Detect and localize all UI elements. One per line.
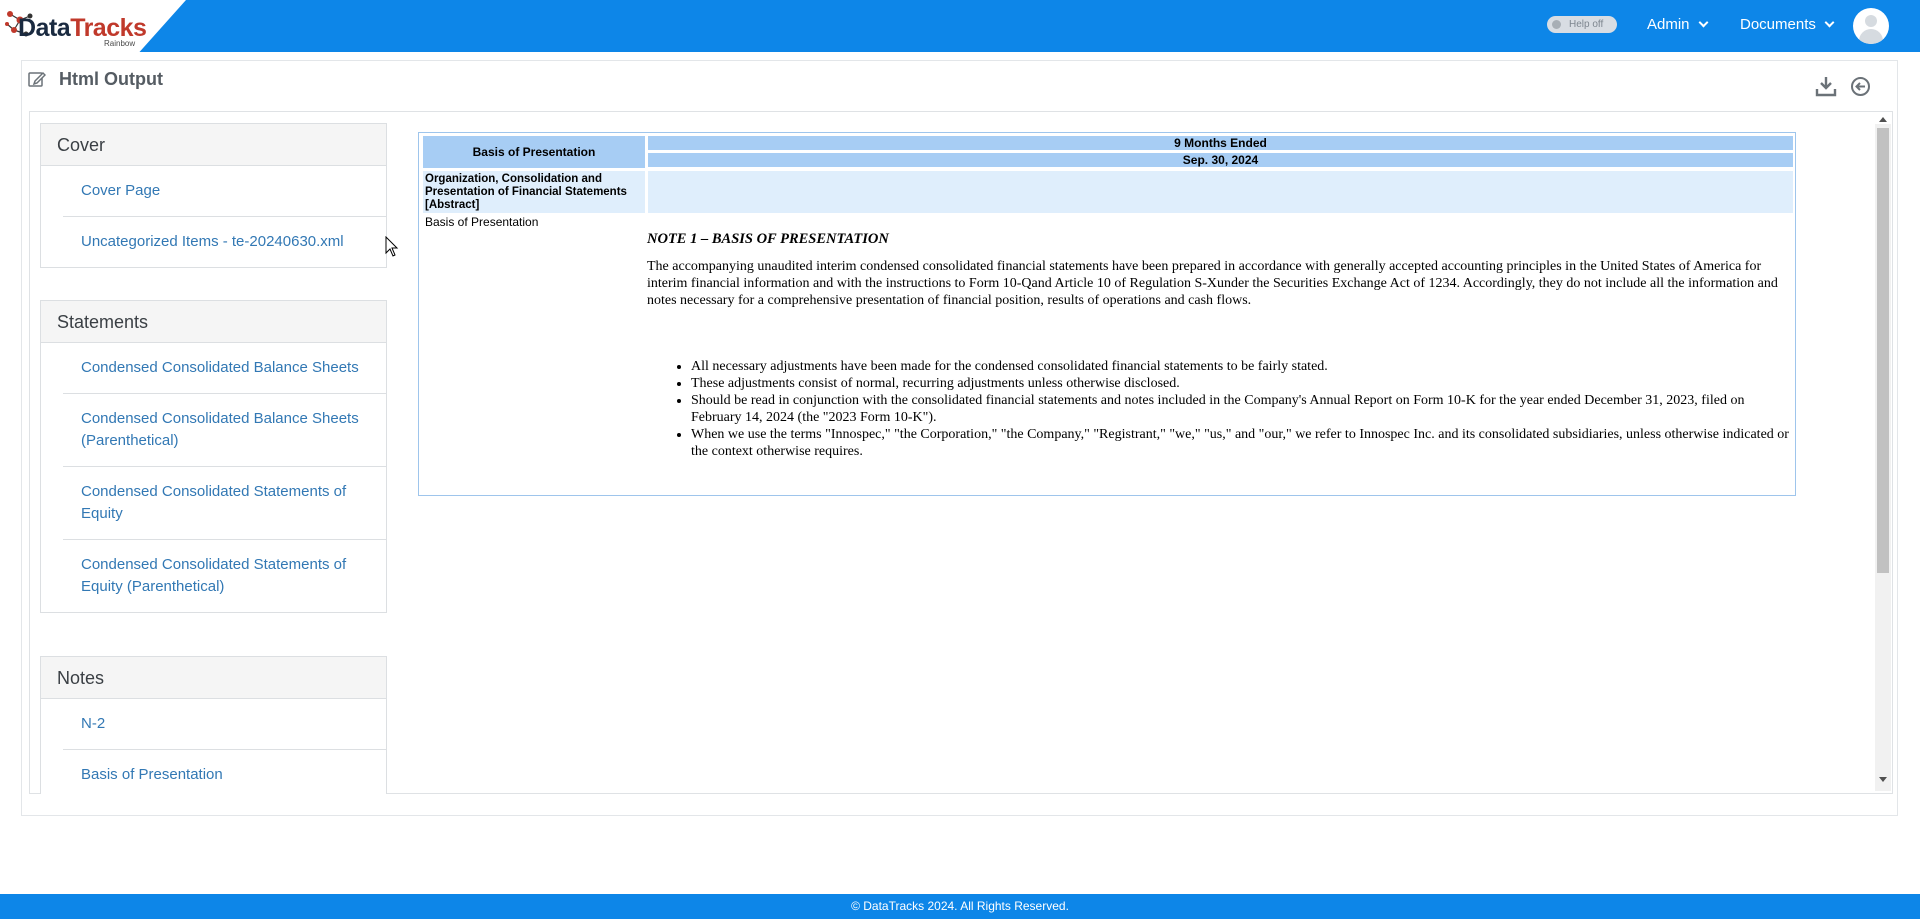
- report-table: Basis of Presentation 9 Months Ended Sep…: [418, 132, 1796, 496]
- abstract-row-value: [648, 171, 1793, 213]
- page-title: Html Output: [59, 69, 163, 89]
- sidebar-item-uncategorized[interactable]: Uncategorized Items - te-20240630.xml: [63, 217, 386, 267]
- sidebar-item-statements-of-equity[interactable]: Condensed Consolidated Statements of Equ…: [63, 467, 386, 540]
- sidebar-group-title: Cover: [41, 124, 386, 166]
- edit-icon: [28, 71, 46, 87]
- note-text-block: NOTE 1 – BASIS OF PRESENTATION The accom…: [647, 231, 1791, 459]
- list-item: These adjustments consist of normal, rec…: [691, 375, 1789, 392]
- download-icon[interactable]: [1815, 75, 1837, 97]
- chevron-down-icon: [1698, 17, 1708, 28]
- sidebar-item-cover-page[interactable]: Cover Page: [63, 166, 386, 217]
- avatar-head: [1865, 15, 1877, 27]
- list-item: When we use the terms "Innospec," "the C…: [691, 426, 1789, 460]
- list-item: All necessary adjustments have been made…: [691, 358, 1789, 375]
- sidebar-group-cover: Cover Cover Page Uncategorized Items - t…: [40, 123, 387, 268]
- toggle-knob: [1552, 20, 1561, 29]
- avatar-body: [1859, 29, 1883, 44]
- report-date-header: Sep. 30, 2024: [648, 153, 1793, 167]
- note-title: NOTE 1 – BASIS OF PRESENTATION: [647, 231, 889, 247]
- note-bullet-list: All necessary adjustments have been made…: [691, 358, 1789, 460]
- admin-menu-label: Admin: [1647, 16, 1690, 33]
- footer: © DataTracks 2024. All Rights Reserved.: [0, 894, 1920, 919]
- sidebar-group-title: Notes: [41, 657, 386, 699]
- logo-subtitle: Rainbow: [104, 39, 136, 48]
- mouse-cursor-icon: [385, 236, 399, 257]
- sidebar-item-balance-sheets[interactable]: Condensed Consolidated Balance Sheets: [63, 343, 386, 394]
- documents-menu-label: Documents: [1740, 16, 1816, 33]
- scroll-down-icon[interactable]: [1879, 777, 1887, 782]
- user-avatar-icon[interactable]: [1853, 8, 1889, 44]
- help-toggle[interactable]: Help off: [1547, 16, 1617, 33]
- basis-row-label: Basis of Presentation: [425, 215, 539, 229]
- report-header-label: Basis of Presentation: [423, 136, 645, 168]
- sidebar-group-notes: Notes N-2 Basis of Presentation: [40, 656, 387, 794]
- list-item: Should be read in conjunction with the c…: [691, 392, 1789, 426]
- chevron-down-icon: [1824, 17, 1835, 28]
- help-toggle-label: Help off: [1569, 19, 1604, 30]
- admin-menu[interactable]: Admin: [1647, 16, 1708, 33]
- sidebar-item-n2[interactable]: N-2: [63, 699, 386, 750]
- note-paragraph: The accompanying unaudited interim conde…: [647, 259, 1778, 308]
- sidebar-item-statements-of-equity-parenthetical[interactable]: Condensed Consolidated Statements of Equ…: [63, 540, 386, 612]
- report-period-header: 9 Months Ended: [648, 136, 1793, 150]
- scrollbar-thumb[interactable]: [1877, 128, 1889, 573]
- sidebar-group-statements: Statements Condensed Consolidated Balanc…: [40, 300, 387, 613]
- sidebar-item-balance-sheets-parenthetical[interactable]: Condensed Consolidated Balance Sheets (P…: [63, 394, 386, 467]
- abstract-row-label: Organization, Consolidation and Presenta…: [423, 171, 645, 213]
- documents-menu[interactable]: Documents: [1740, 16, 1835, 33]
- scroll-up-icon[interactable]: [1879, 117, 1887, 122]
- logo[interactable]: DataTracks Rainbow: [0, 0, 186, 52]
- top-navbar: DataTracks Rainbow Help off Admin Docume…: [0, 0, 1920, 52]
- back-circle-icon[interactable]: [1850, 76, 1871, 97]
- sidebar-item-basis-of-presentation[interactable]: Basis of Presentation: [63, 750, 386, 794]
- sidebar-group-title: Statements: [41, 301, 386, 343]
